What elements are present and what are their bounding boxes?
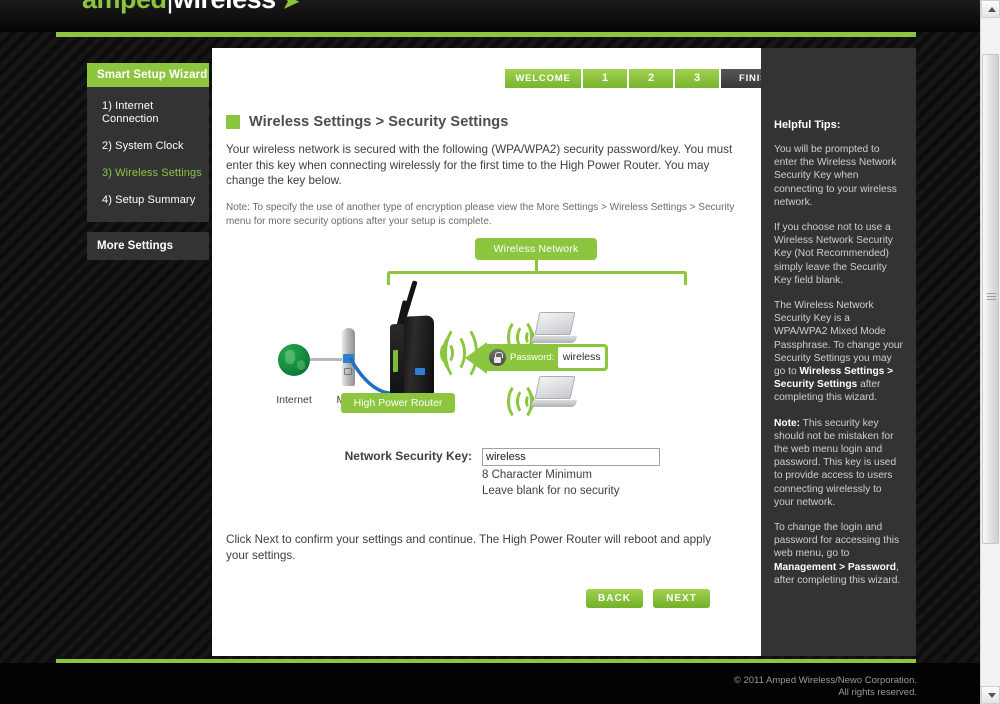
lock-icon — [489, 349, 506, 366]
page-shell: Smart Setup Wizard 1) Internet Connectio… — [56, 44, 916, 659]
router-wan-port-icon — [415, 368, 425, 375]
chevron-up-icon — [988, 7, 996, 12]
sidebar-item-internet-connection[interactable]: 1) Internet Connection — [87, 93, 209, 133]
helpful-tip-5-emphasis: Management > Password — [774, 561, 897, 573]
sidebar-item-wireless-settings[interactable]: 3) Wireless Settings — [87, 160, 209, 187]
sidebar-title: Smart Setup Wizard — [87, 63, 209, 87]
internet-globe-icon — [278, 344, 310, 376]
security-key-field-group: 8 Character Minimum Leave blank for no s… — [482, 447, 660, 498]
helpful-tip-4: Note: This security key should not be mi… — [774, 417, 904, 509]
password-callout-value: wireless — [558, 347, 605, 368]
top-header-band: amped|wireless ➤ R10000 — [0, 0, 981, 32]
intro-paragraph: Your wireless network is secured with th… — [226, 143, 733, 187]
network-diagram: Wireless Network Internet Modem High Pow… — [212, 238, 761, 423]
back-button[interactable]: BACK — [586, 589, 643, 608]
brand-logo-amped: amped — [82, 0, 167, 14]
step-3[interactable]: 3 — [675, 69, 719, 88]
helpful-tips-title: Helpful Tips: — [774, 119, 841, 131]
wireless-network-label: Wireless Network — [475, 238, 597, 260]
security-key-hint-blank: Leave blank for no security — [482, 485, 620, 497]
sidebar-item-more-settings[interactable]: More Settings — [87, 232, 209, 260]
header-green-rule — [56, 32, 916, 37]
helpful-tip-5: To change the login and password for acc… — [774, 521, 904, 587]
step-1[interactable]: 1 — [583, 69, 627, 88]
wizard-button-row: BACK NEXT — [586, 589, 710, 608]
helpful-tip-3: The Wireless Network Security Key is a W… — [774, 299, 904, 405]
next-button[interactable]: NEXT — [653, 589, 710, 608]
footer-copyright: © 2011 Amped Wireless/Newo Corporation. … — [734, 675, 917, 699]
step-welcome[interactable]: WELCOME — [505, 69, 581, 88]
helpful-tip-5-text-a: To change the login and password for acc… — [774, 522, 900, 560]
footer-copyright-line-1: © 2011 Amped Wireless/Newo Corporation. — [733, 675, 917, 686]
encryption-note: Note: To specify the use of another type… — [226, 202, 735, 227]
scrollbar-down-button[interactable] — [981, 686, 1000, 704]
sidebar-item-setup-summary[interactable]: 4) Setup Summary — [87, 187, 209, 214]
wizard-step-bar: WELCOME 1 2 3 FINISH — [505, 69, 793, 88]
wireless-network-bracket — [387, 271, 687, 285]
brand-logo-wireless: wireless — [173, 0, 276, 14]
scrollbar-thumb[interactable] — [982, 54, 999, 544]
internet-cable — [310, 358, 344, 361]
page-scrollbar[interactable] — [980, 0, 1000, 704]
model-number: R10000 — [333, 0, 379, 5]
page-title-row: Wireless Settings > Security Settings — [226, 114, 508, 130]
security-key-form-row: Network Security Key: 8 Character Minimu… — [212, 447, 761, 498]
security-key-input[interactable] — [482, 448, 660, 466]
sidebar-items: 1) Internet Connection 2) System Clock 3… — [87, 87, 209, 222]
scrollbar-up-button[interactable] — [981, 0, 1000, 18]
chevron-down-icon — [988, 693, 996, 698]
brand-logo: amped|wireless ➤ — [82, 0, 299, 17]
helpful-tip-4-text: This security key should not be mistaken… — [774, 417, 897, 508]
scrollbar-grip-icon — [987, 293, 996, 300]
router-icon — [402, 315, 434, 401]
outro-paragraph: Click Next to confirm your settings and … — [226, 533, 712, 562]
internet-label: Internet — [276, 394, 312, 406]
helpful-tip-4-note-prefix: Note: — [774, 417, 801, 429]
sidebar-item-system-clock[interactable]: 2) System Clock — [87, 133, 209, 160]
laptop-2-icon — [530, 376, 578, 407]
step-2[interactable]: 2 — [629, 69, 673, 88]
security-key-label: Network Security Key: — [344, 449, 472, 463]
password-callout: Password: wireless — [484, 344, 608, 371]
security-key-hint-minimum: 8 Character Minimum — [482, 469, 592, 481]
password-callout-label: Password: — [510, 352, 555, 363]
sidebar-nav: Smart Setup Wizard 1) Internet Connectio… — [87, 63, 209, 260]
footer-copyright-line-2: All rights reserved. — [838, 687, 917, 698]
page-footer: © 2011 Amped Wireless/Newo Corporation. … — [0, 663, 981, 704]
content-card: WELCOME 1 2 3 FINISH Wireless Settings >… — [212, 48, 793, 656]
brand-arrow-icon: ➤ — [282, 0, 300, 13]
helpful-tip-2: If you choose not to use a Wireless Netw… — [774, 222, 893, 286]
router-led-strip-icon — [393, 349, 398, 373]
router-label: High Power Router — [341, 393, 455, 413]
page-title: Wireless Settings > Security Settings — [249, 114, 509, 130]
helpful-tip-1: You will be prompted to enter the Wirele… — [774, 144, 897, 208]
section-marker-icon — [226, 115, 240, 129]
helpful-tips-panel: Helpful Tips: You will be prompted to en… — [761, 48, 916, 656]
laptop-1-icon — [530, 312, 578, 343]
